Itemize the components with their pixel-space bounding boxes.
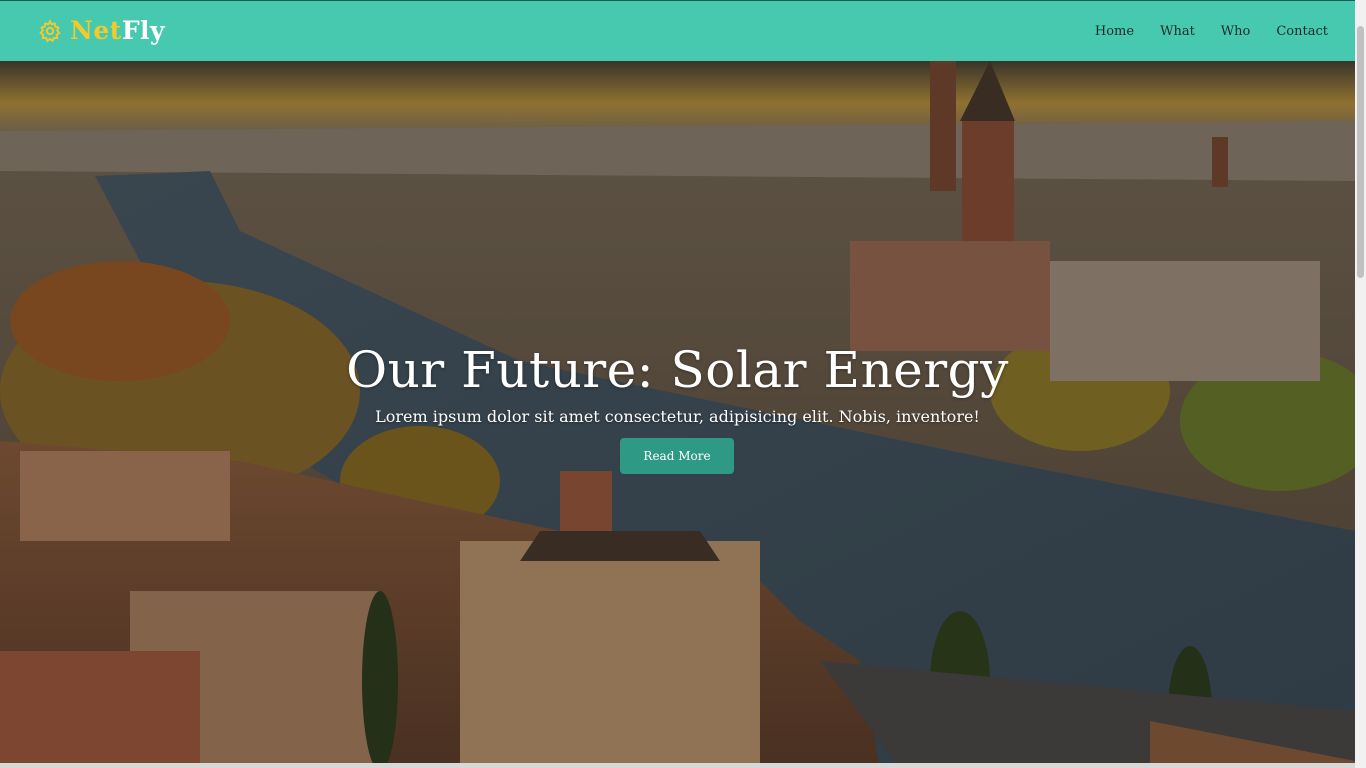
navbar: NetFly Home What Who Contact bbox=[0, 0, 1355, 61]
brand-name-part1: Net bbox=[70, 16, 122, 45]
hero-section: Our Future: Solar Energy Lorem ipsum dol… bbox=[0, 61, 1355, 768]
hero-title: Our Future: Solar Energy bbox=[346, 340, 1009, 399]
page-bottom-edge bbox=[0, 763, 1355, 768]
scrollbar-thumb[interactable] bbox=[1357, 26, 1364, 278]
nav-link-home[interactable]: Home bbox=[1095, 24, 1134, 39]
hero-subtitle: Lorem ipsum dolor sit amet consectetur, … bbox=[375, 407, 980, 426]
nav-link-contact[interactable]: Contact bbox=[1276, 24, 1328, 39]
main-nav: Home What Who Contact bbox=[1069, 1, 1328, 62]
read-more-button[interactable]: Read More bbox=[620, 438, 734, 474]
nav-link-who[interactable]: Who bbox=[1221, 24, 1251, 39]
brand-name: NetFly bbox=[70, 15, 165, 47]
brand-name-part2: Fly bbox=[121, 16, 166, 45]
brand-logo[interactable]: NetFly bbox=[38, 15, 165, 47]
vertical-scrollbar[interactable] bbox=[1355, 0, 1366, 768]
gear-icon bbox=[39, 19, 61, 43]
nav-link-what[interactable]: What bbox=[1160, 24, 1195, 39]
